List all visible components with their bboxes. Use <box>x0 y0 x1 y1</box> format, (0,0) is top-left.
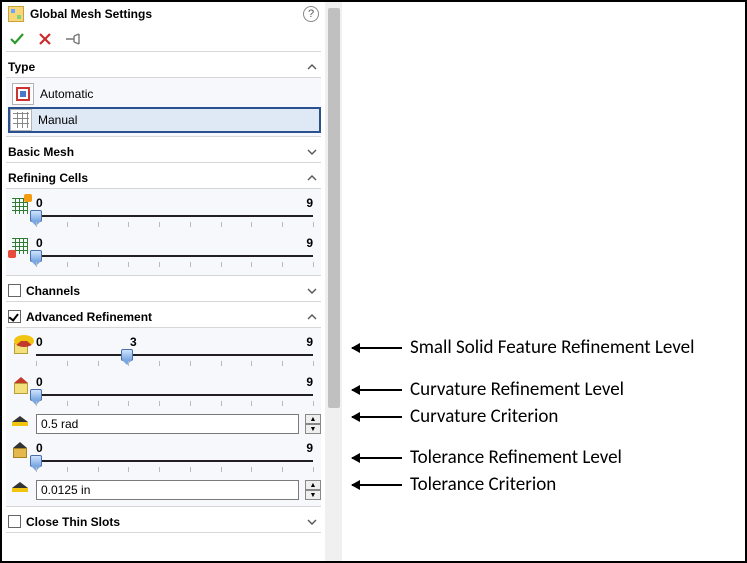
small-solid-min: 0 <box>36 335 43 349</box>
group-header-refining-cells[interactable]: Refining Cells <box>6 167 321 189</box>
tol-level-min: 0 <box>36 441 43 455</box>
annotation-small-solid: Small Solid Feature Refinement Level <box>352 336 695 359</box>
annotation-curvature-level: Curvature Refinement Level <box>352 378 624 401</box>
refining-slider-2: 0 9 <box>10 232 321 272</box>
group-body-type: Automatic Manual <box>6 78 321 137</box>
scrollbar-thumb[interactable] <box>328 8 340 408</box>
slider2-min: 0 <box>36 236 43 250</box>
advanced-refinement-checkbox[interactable] <box>8 310 21 323</box>
group-header-basic-mesh[interactable]: Basic Mesh <box>6 141 321 163</box>
tolerance-criterion-spinner[interactable]: ▲ ▼ <box>305 480 321 500</box>
group-label-refining-cells: Refining Cells <box>8 171 88 185</box>
slider2-track[interactable] <box>36 252 313 270</box>
group-label-basic-mesh: Basic Mesh <box>8 145 74 159</box>
spinner-down-icon[interactable]: ▼ <box>305 424 321 434</box>
confirm-toolbar <box>6 26 321 52</box>
chevron-up-icon <box>305 171 319 185</box>
tolerance-criterion-icon <box>10 480 30 500</box>
annotation-tolerance-level: Tolerance Refinement Level <box>352 446 622 469</box>
curvature-criterion-row: ▲ ▼ <box>10 411 321 437</box>
small-solid-mid: 3 <box>130 335 137 349</box>
group-body-advanced-refinement: 0 3 9 0 9 <box>6 328 321 507</box>
type-option-automatic[interactable]: Automatic <box>10 81 321 107</box>
slider1-track[interactable] <box>36 212 313 230</box>
group-label-channels: Channels <box>26 284 80 298</box>
refine-icon-2 <box>10 236 30 256</box>
tolerance-criterion-input[interactable] <box>36 480 299 500</box>
type-option-manual[interactable]: Manual <box>8 107 321 133</box>
tolerance-level-slider[interactable] <box>36 457 313 475</box>
curvature-criterion-icon <box>10 414 30 434</box>
chevron-down-icon <box>305 284 319 298</box>
channels-checkbox[interactable] <box>8 284 21 297</box>
chevron-up-icon <box>305 310 319 324</box>
frame: Global Mesh Settings ? Type <box>0 0 747 563</box>
scrollbar[interactable] <box>325 2 342 561</box>
spinner-up-icon[interactable]: ▲ <box>305 480 321 490</box>
title-bar: Global Mesh Settings ? <box>6 2 321 26</box>
group-label-advanced-refinement: Advanced Refinement <box>26 310 152 324</box>
refine-icon-1 <box>10 196 30 216</box>
tolerance-level-icon <box>10 441 30 461</box>
chevron-down-icon <box>305 145 319 159</box>
curvature-criterion-spinner[interactable]: ▲ ▼ <box>305 414 321 434</box>
curvature-level-icon <box>10 375 30 395</box>
curv-level-min: 0 <box>36 375 43 389</box>
annotation-tolerance-criterion: Tolerance Criterion <box>352 473 556 496</box>
pin-button[interactable] <box>64 30 82 48</box>
group-header-type[interactable]: Type <box>6 56 321 78</box>
group-header-advanced-refinement[interactable]: Advanced Refinement <box>6 306 321 328</box>
refining-slider-1: 0 9 <box>10 192 321 232</box>
close-thin-slots-checkbox[interactable] <box>8 515 21 528</box>
group-label-close-thin-slots: Close Thin Slots <box>26 515 120 529</box>
slider1-max: 9 <box>306 196 313 210</box>
cancel-button[interactable] <box>36 30 54 48</box>
group-body-refining-cells: 0 9 0 9 <box>6 189 321 276</box>
settings-panel: Global Mesh Settings ? Type <box>2 2 342 561</box>
small-solid-slider[interactable] <box>36 351 313 369</box>
mesh-icon <box>8 6 24 22</box>
annotation-curvature-criterion: Curvature Criterion <box>352 405 558 428</box>
chevron-up-icon <box>305 60 319 74</box>
automatic-icon <box>12 83 34 105</box>
group-header-close-thin-slots[interactable]: Close Thin Slots <box>6 511 321 533</box>
curvature-level-row: 0 9 <box>10 371 321 411</box>
apply-button[interactable] <box>8 30 26 48</box>
group-label-type: Type <box>8 60 35 74</box>
small-solid-max: 9 <box>306 335 313 349</box>
manual-icon <box>10 109 32 131</box>
small-solid-slider-row: 0 3 9 <box>10 331 321 371</box>
panel-title: Global Mesh Settings <box>30 7 303 21</box>
tolerance-criterion-row: ▲ ▼ <box>10 477 321 503</box>
spinner-up-icon[interactable]: ▲ <box>305 414 321 424</box>
curv-level-max: 9 <box>306 375 313 389</box>
slider2-max: 9 <box>306 236 313 250</box>
automatic-label: Automatic <box>40 87 93 101</box>
spinner-down-icon[interactable]: ▼ <box>305 490 321 500</box>
slider1-min: 0 <box>36 196 43 210</box>
chevron-down-icon <box>305 515 319 529</box>
tol-level-max: 9 <box>306 441 313 455</box>
curvature-criterion-input[interactable] <box>36 414 299 434</box>
help-icon[interactable]: ? <box>303 6 319 22</box>
tolerance-level-row: 0 9 <box>10 437 321 477</box>
group-header-channels[interactable]: Channels <box>6 280 321 302</box>
curvature-level-slider[interactable] <box>36 391 313 409</box>
small-solid-icon <box>10 335 30 355</box>
manual-label: Manual <box>38 113 77 127</box>
